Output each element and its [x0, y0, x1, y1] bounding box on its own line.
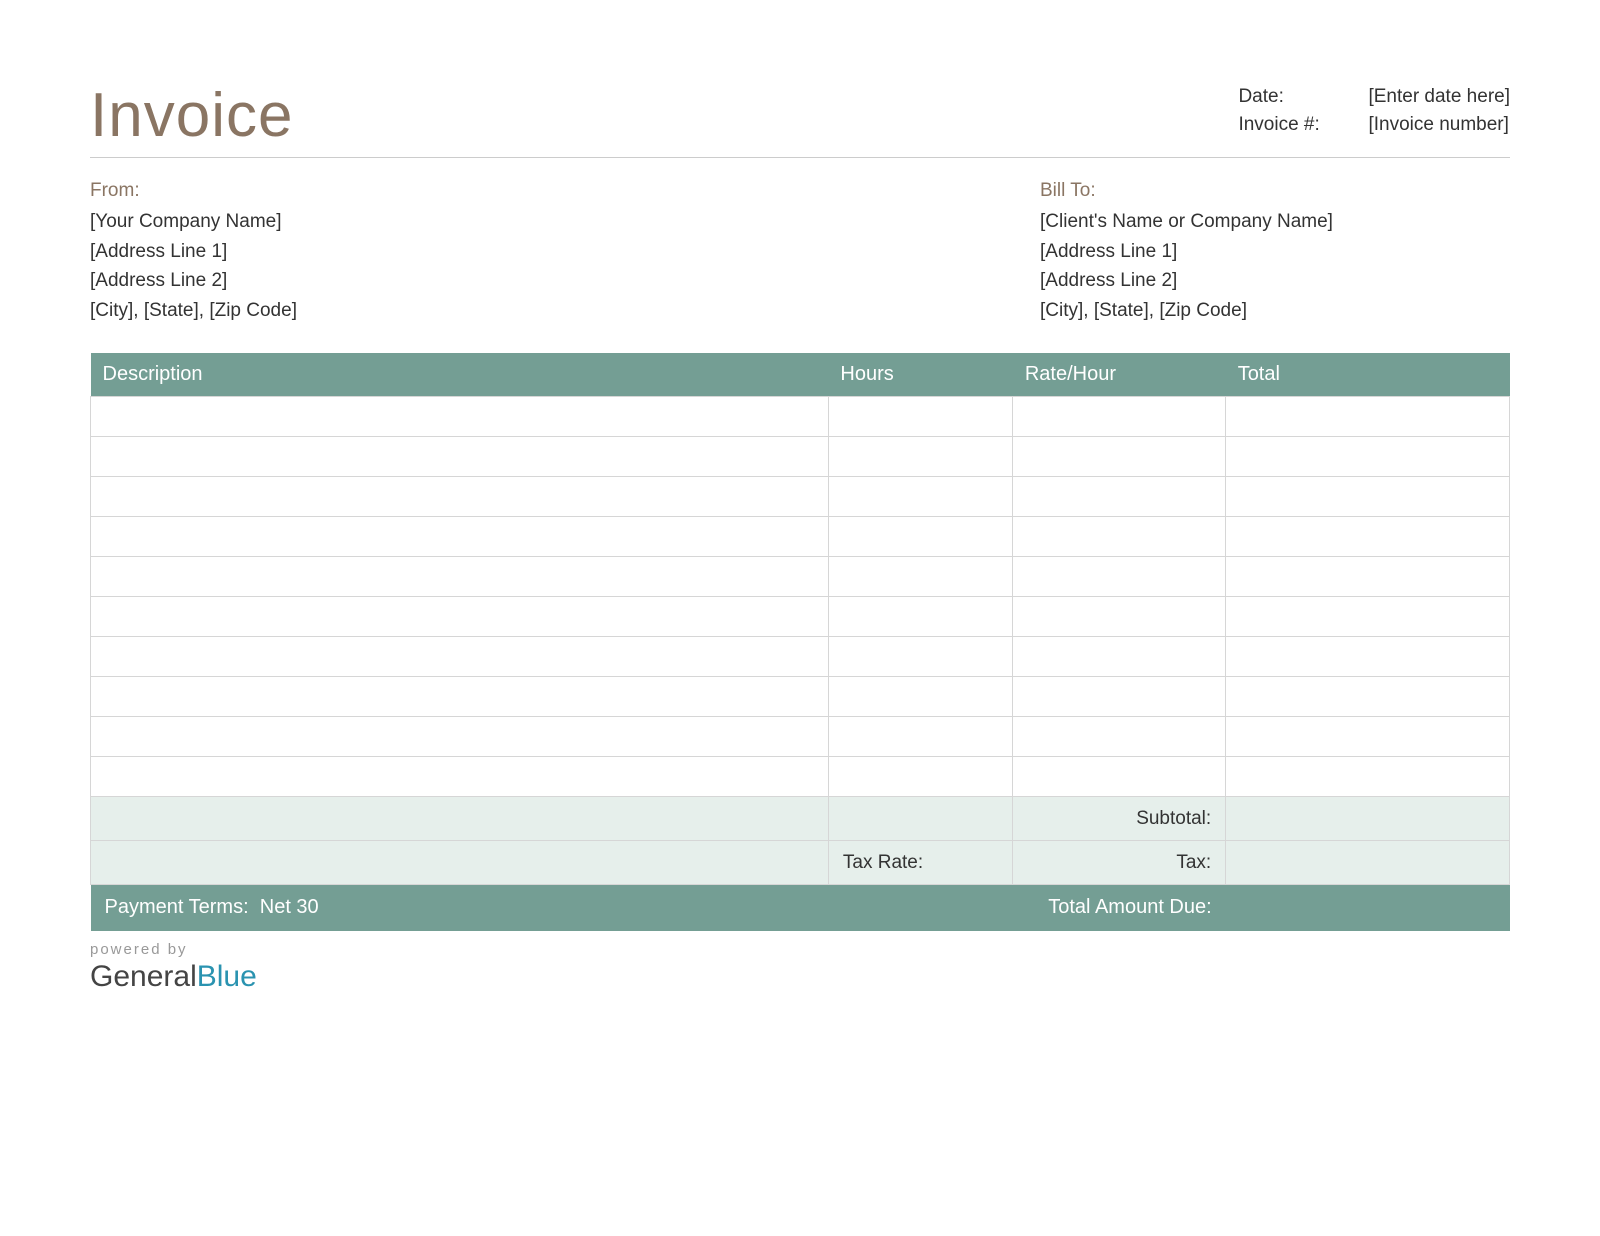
cell-rate[interactable] — [1013, 477, 1226, 517]
table-header-row: Description Hours Rate/Hour Total — [91, 353, 1510, 397]
col-description: Description — [91, 353, 829, 397]
invoice-number-label: Invoice #: — [1238, 114, 1368, 136]
cell-rate[interactable] — [1013, 757, 1226, 797]
from-line[interactable]: [Address Line 2] — [90, 266, 297, 295]
cell-description[interactable] — [91, 477, 829, 517]
cell-rate[interactable] — [1013, 437, 1226, 477]
table-row — [91, 437, 1510, 477]
cell-hours[interactable] — [828, 677, 1012, 717]
col-hours: Hours — [828, 353, 1012, 397]
subtotal-row: Subtotal: — [91, 797, 1510, 841]
cell-rate[interactable] — [1013, 517, 1226, 557]
invoice-header: Invoice Date: [Enter date here] Invoice … — [90, 80, 1510, 158]
from-block: From: [Your Company Name] [Address Line … — [90, 176, 297, 325]
cell-description[interactable] — [91, 677, 829, 717]
cell-rate[interactable] — [1013, 677, 1226, 717]
table-row — [91, 477, 1510, 517]
table-row — [91, 757, 1510, 797]
cell-total[interactable] — [1226, 517, 1510, 557]
bill-to-block: Bill To: [Client's Name or Company Name]… — [1040, 176, 1510, 325]
cell-total[interactable] — [1226, 477, 1510, 517]
subtotal-label: Subtotal: — [1013, 797, 1226, 841]
table-row — [91, 517, 1510, 557]
table-row — [91, 397, 1510, 437]
cell-rate[interactable] — [1013, 557, 1226, 597]
cell-description[interactable] — [91, 757, 829, 797]
table-row — [91, 597, 1510, 637]
cell-description[interactable] — [91, 437, 829, 477]
cell-total[interactable] — [1226, 397, 1510, 437]
bill-to-line[interactable]: [Address Line 2] — [1040, 266, 1510, 295]
cell-hours[interactable] — [828, 517, 1012, 557]
cell-description[interactable] — [91, 597, 829, 637]
powered-by-label: powered by — [90, 941, 1510, 958]
cell-hours[interactable] — [828, 637, 1012, 677]
cell-description[interactable] — [91, 557, 829, 597]
subtotal-value[interactable] — [1226, 797, 1510, 841]
cell-hours[interactable] — [828, 477, 1012, 517]
cell-total[interactable] — [1226, 637, 1510, 677]
cell-hours[interactable] — [828, 397, 1012, 437]
cell-total[interactable] — [1226, 717, 1510, 757]
from-line[interactable]: [City], [State], [Zip Code] — [90, 296, 297, 325]
invoice-number-value[interactable]: [Invoice number] — [1368, 114, 1508, 136]
tax-row: Tax Rate: Tax: — [91, 841, 1510, 885]
cell-description[interactable] — [91, 517, 829, 557]
date-label: Date: — [1238, 86, 1368, 108]
cell-hours[interactable] — [828, 597, 1012, 637]
invoice-table: Description Hours Rate/Hour Total Subtot… — [90, 353, 1510, 931]
payment-terms: Payment Terms: Net 30 — [91, 885, 1013, 931]
cell-total[interactable] — [1226, 757, 1510, 797]
cell-hours[interactable] — [828, 757, 1012, 797]
date-value[interactable]: [Enter date here] — [1368, 86, 1510, 108]
cell-rate[interactable] — [1013, 637, 1226, 677]
bill-to-line[interactable]: [Client's Name or Company Name] — [1040, 207, 1510, 236]
table-row — [91, 717, 1510, 757]
address-section: From: [Your Company Name] [Address Line … — [90, 176, 1510, 325]
page-title: Invoice — [90, 80, 293, 151]
table-row — [91, 557, 1510, 597]
col-total: Total — [1226, 353, 1510, 397]
cell-rate[interactable] — [1013, 597, 1226, 637]
brand-blue: Blue — [197, 960, 257, 993]
from-heading: From: — [90, 176, 297, 205]
cell-description[interactable] — [91, 397, 829, 437]
cell-total[interactable] — [1226, 677, 1510, 717]
from-line[interactable]: [Your Company Name] — [90, 207, 297, 236]
brand-general: General — [90, 960, 197, 993]
col-rate: Rate/Hour — [1013, 353, 1226, 397]
cell-rate[interactable] — [1013, 397, 1226, 437]
cell-total[interactable] — [1226, 597, 1510, 637]
tax-rate-label: Tax Rate: — [828, 841, 1012, 885]
bill-to-heading: Bill To: — [1040, 176, 1510, 205]
bill-to-line[interactable]: [Address Line 1] — [1040, 237, 1510, 266]
cell-hours[interactable] — [828, 717, 1012, 757]
cell-description[interactable] — [91, 637, 829, 677]
from-line[interactable]: [Address Line 1] — [90, 237, 297, 266]
brand-logo: GeneralBlue — [90, 960, 1510, 994]
tax-label: Tax: — [1013, 841, 1226, 885]
cell-total[interactable] — [1226, 437, 1510, 477]
cell-description[interactable] — [91, 717, 829, 757]
bill-to-line[interactable]: [City], [State], [Zip Code] — [1040, 296, 1510, 325]
cell-hours[interactable] — [828, 557, 1012, 597]
cell-total[interactable] — [1226, 557, 1510, 597]
footer-row: Payment Terms: Net 30 Total Amount Due: — [91, 885, 1510, 931]
tax-value[interactable] — [1226, 841, 1510, 885]
table-row — [91, 677, 1510, 717]
cell-rate[interactable] — [1013, 717, 1226, 757]
cell-hours[interactable] — [828, 437, 1012, 477]
table-row — [91, 637, 1510, 677]
invoice-meta: Date: [Enter date here] Invoice #: [Invo… — [1238, 86, 1510, 142]
total-due-label: Total Amount Due: — [1013, 885, 1226, 931]
total-due-value[interactable] — [1226, 885, 1510, 931]
